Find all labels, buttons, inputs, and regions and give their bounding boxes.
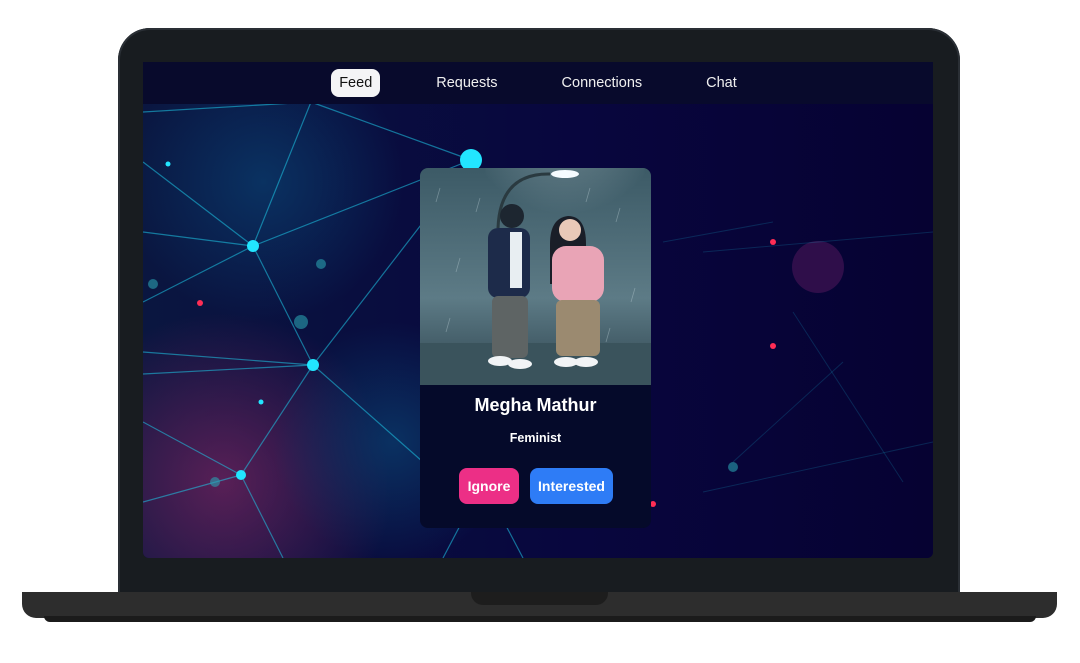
laptop-base-shadow [44,616,1036,622]
nav-connections[interactable]: Connections [554,69,651,97]
nav-chat[interactable]: Chat [698,69,745,97]
laptop-notch [471,592,608,605]
top-navbar: Feed Requests Connections Chat [143,62,933,104]
app-screen: Feed Requests Connections Chat Megha Mat… [143,62,933,558]
nav-requests[interactable]: Requests [428,69,505,97]
user-card: Megha Mathur Feminist Ignore Interested [420,168,651,528]
user-name: Megha Mathur [474,395,597,415]
nav-feed[interactable]: Feed [331,69,381,97]
user-about: Feminist [509,431,562,445]
interested-button[interactable]: Interested [530,468,613,504]
ignore-button[interactable]: Ignore [459,468,519,504]
profile-photo [420,168,651,385]
